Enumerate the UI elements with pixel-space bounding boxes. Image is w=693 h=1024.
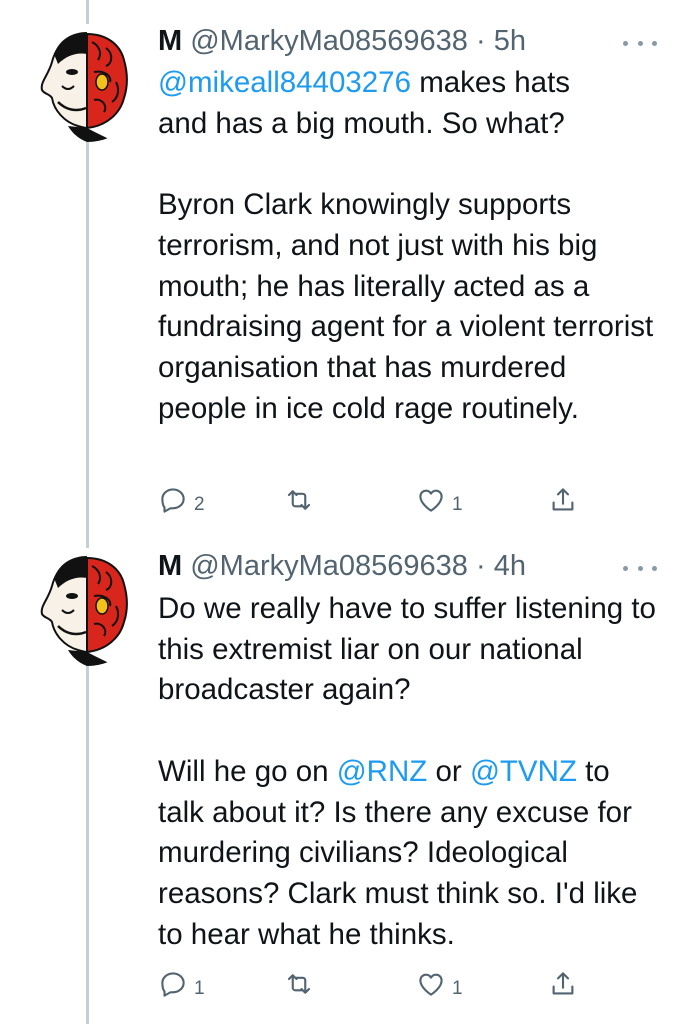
tweet-actions: 1 1 xyxy=(158,962,598,1006)
tweet-paragraph: @mikeall84403276 makes hats and has a big… xyxy=(158,63,658,144)
tweet-paragraph: Do we really have to suffer listening to… xyxy=(158,592,656,707)
more-icon[interactable] xyxy=(623,558,657,578)
reply-icon xyxy=(161,972,185,997)
author-name[interactable]: M xyxy=(158,550,182,582)
author-name[interactable]: M xyxy=(158,25,182,57)
avatar[interactable] xyxy=(28,548,146,666)
tweet-header: M @MarkyMa08569638 · 5h xyxy=(158,20,653,62)
tweet-text-segment: makes hats xyxy=(411,66,571,99)
tweet-header: M @MarkyMa08569638 · 4h xyxy=(158,545,653,587)
like-icon xyxy=(419,489,443,512)
like-count: 1 xyxy=(452,978,463,999)
tweet-actions: 2 1 xyxy=(158,478,598,522)
retweet-button[interactable] xyxy=(284,962,320,1006)
share-icon xyxy=(552,488,574,511)
mention-link[interactable]: @TVNZ xyxy=(470,755,577,788)
tweet-text-segment: or xyxy=(427,754,470,788)
like-icon xyxy=(419,973,443,996)
like-button[interactable]: 1 xyxy=(416,962,463,1006)
like-count: 1 xyxy=(452,494,463,515)
share-icon xyxy=(552,972,574,995)
share-button[interactable] xyxy=(548,478,578,522)
tweet-timestamp[interactable]: 4h xyxy=(494,550,526,582)
retweet-icon xyxy=(287,490,311,510)
avatar-caricature-icon xyxy=(28,24,146,142)
tweet[interactable]: M @MarkyMa08569638 · 4h Do we really hav… xyxy=(0,530,693,1024)
more-icon[interactable] xyxy=(623,33,657,53)
tweet-text-segment: and has a big mouth. So what? xyxy=(158,106,565,140)
mention-link[interactable]: @mikeall84403276 xyxy=(158,66,411,99)
reply-count: 2 xyxy=(194,494,205,515)
avatar[interactable] xyxy=(28,24,146,142)
mention-link[interactable]: @RNZ xyxy=(337,755,428,788)
tweet-text: Do we really have to suffer listening to… xyxy=(158,589,658,955)
separator-dot: · xyxy=(476,550,486,582)
tweet-timestamp[interactable]: 5h xyxy=(494,25,526,57)
tweet-text: @mikeall84403276 makes hats and has a big… xyxy=(158,63,658,429)
reply-count: 1 xyxy=(194,978,205,999)
reply-button[interactable]: 2 xyxy=(158,478,205,522)
reply-button[interactable]: 1 xyxy=(158,962,205,1006)
tweet-paragraph: Byron Clark knowingly supports terrorism… xyxy=(158,188,654,425)
author-handle[interactable]: @MarkyMa08569638 xyxy=(190,550,468,582)
tweet-text-segment: Will he go on xyxy=(158,754,337,788)
share-button[interactable] xyxy=(548,962,578,1006)
separator-dot: · xyxy=(476,25,486,57)
retweet-icon xyxy=(287,974,311,994)
avatar-caricature-icon xyxy=(28,548,146,666)
retweet-button[interactable] xyxy=(284,478,320,522)
author-handle[interactable]: @MarkyMa08569638 xyxy=(190,25,468,57)
like-button[interactable]: 1 xyxy=(416,478,463,522)
tweet[interactable]: M @MarkyMa08569638 · 5h @mikeall84403276… xyxy=(0,0,693,530)
tweet-paragraph: Will he go on @RNZ or @TVNZ to talk abou… xyxy=(158,752,658,956)
reply-icon xyxy=(161,488,185,513)
